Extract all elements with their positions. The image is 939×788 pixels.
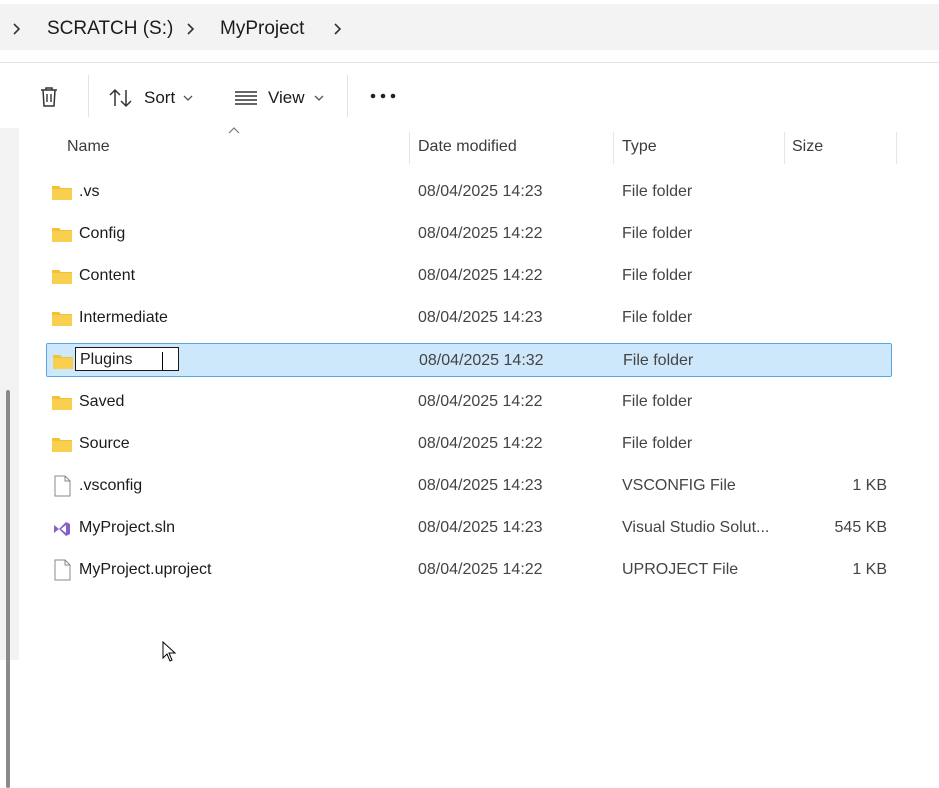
view-button[interactable]: View [232, 63, 332, 129]
chevron-right-icon[interactable] [331, 22, 345, 36]
list-item[interactable]: MyProject.uproject 08/04/2025 14:22 UPRO… [46, 554, 892, 586]
list-item[interactable]: Config 08/04/2025 14:22 File folder [46, 218, 892, 250]
file-icon [54, 475, 71, 497]
file-date: 08/04/2025 14:23 [418, 183, 543, 200]
chevron-down-icon [183, 95, 193, 101]
file-name: .vsconfig [79, 477, 143, 494]
scrollbar-thumb[interactable] [6, 390, 10, 788]
folder-icon [52, 438, 72, 452]
file-date: 08/04/2025 14:22 [418, 267, 543, 284]
column-header: Name Date modified Type Size [19, 128, 939, 168]
file-name: Content [79, 267, 136, 284]
list-item[interactable]: .vs 08/04/2025 14:23 File folder [46, 176, 892, 208]
file-name: MyProject.sln [79, 519, 176, 536]
list-item[interactable]: Source 08/04/2025 14:22 File folder [46, 428, 892, 460]
file-date: 08/04/2025 14:23 [418, 477, 543, 494]
text-caret [162, 352, 163, 370]
column-header-size[interactable]: Size [792, 138, 823, 156]
file-date: 08/04/2025 14:23 [418, 309, 543, 326]
file-name: Saved [79, 393, 125, 410]
sort-button[interactable]: Sort [104, 63, 204, 129]
column-header-name[interactable]: Name [67, 138, 110, 156]
file-date: 08/04/2025 14:23 [418, 519, 543, 536]
rename-input[interactable]: Plugins [75, 347, 179, 371]
folder-icon [52, 312, 72, 326]
folder-icon [52, 396, 72, 410]
navigation-pane-edge [0, 128, 19, 788]
list-item-selected[interactable]: Plugins 08/04/2025 14:32 File folder [46, 343, 892, 377]
trash-icon [41, 87, 57, 107]
folder-icon [52, 270, 72, 284]
column-divider[interactable] [896, 132, 897, 164]
list-item[interactable]: Saved 08/04/2025 14:22 File folder [46, 386, 892, 418]
file-type: UPROJECT File [622, 561, 739, 578]
more-options-button[interactable] [362, 63, 402, 129]
file-type: Visual Studio Solut... [622, 519, 770, 536]
file-type: File folder [622, 309, 693, 326]
folder-icon [52, 228, 72, 242]
toolbar-separator [347, 75, 348, 117]
address-bar[interactable]: SCRATCH (S:) MyProject [0, 4, 939, 50]
file-type: File folder [623, 352, 694, 369]
file-date: 08/04/2025 14:22 [418, 225, 543, 242]
sort-icon [109, 88, 132, 108]
column-header-date[interactable]: Date modified [418, 138, 517, 156]
column-divider[interactable] [784, 132, 785, 164]
chevron-right-icon[interactable] [184, 22, 198, 36]
file-type: File folder [622, 393, 693, 410]
column-header-type[interactable]: Type [622, 138, 657, 156]
sort-label: Sort [144, 88, 176, 107]
file-type: File folder [622, 225, 693, 242]
file-type: File folder [622, 267, 693, 284]
file-icon [54, 559, 71, 581]
file-name: .vs [79, 183, 100, 200]
list-item[interactable]: MyProject.sln 08/04/2025 14:23 Visual St… [46, 512, 892, 544]
command-bar: Sort View [0, 62, 939, 129]
column-divider[interactable] [613, 132, 614, 164]
list-item[interactable]: Content 08/04/2025 14:22 File folder [46, 260, 892, 292]
file-date: 08/04/2025 14:22 [418, 393, 543, 410]
file-name: Intermediate [79, 309, 168, 326]
visual-studio-icon [54, 522, 70, 536]
file-size: 1 KB [852, 477, 887, 494]
more-icon [370, 93, 396, 99]
folder-icon [53, 355, 73, 369]
list-item[interactable]: Intermediate 08/04/2025 14:23 File folde… [46, 302, 892, 334]
breadcrumb-item-myproject[interactable]: MyProject [220, 18, 304, 40]
file-date: 08/04/2025 14:22 [418, 435, 543, 452]
breadcrumb-item-scratch[interactable]: SCRATCH (S:) [47, 18, 173, 40]
view-label: View [268, 88, 305, 107]
chevron-right-icon[interactable] [10, 22, 24, 36]
folder-icon [52, 186, 72, 200]
list-item[interactable]: .vsconfig 08/04/2025 14:23 VSCONFIG File… [46, 470, 892, 502]
file-date: 08/04/2025 14:32 [419, 352, 544, 369]
toolbar-separator [88, 75, 89, 117]
file-date: 08/04/2025 14:22 [418, 561, 543, 578]
file-size: 545 KB [834, 519, 887, 536]
file-name: Config [79, 225, 126, 242]
chevron-down-icon [314, 95, 324, 101]
file-size: 1 KB [852, 561, 887, 578]
view-list-icon [235, 91, 257, 105]
file-type: VSCONFIG File [622, 477, 736, 494]
column-divider[interactable] [409, 132, 410, 164]
file-name: MyProject.uproject [79, 561, 212, 578]
file-name: Source [79, 435, 130, 452]
file-type: File folder [622, 435, 693, 452]
file-type: File folder [622, 183, 693, 200]
delete-button[interactable] [30, 63, 70, 129]
